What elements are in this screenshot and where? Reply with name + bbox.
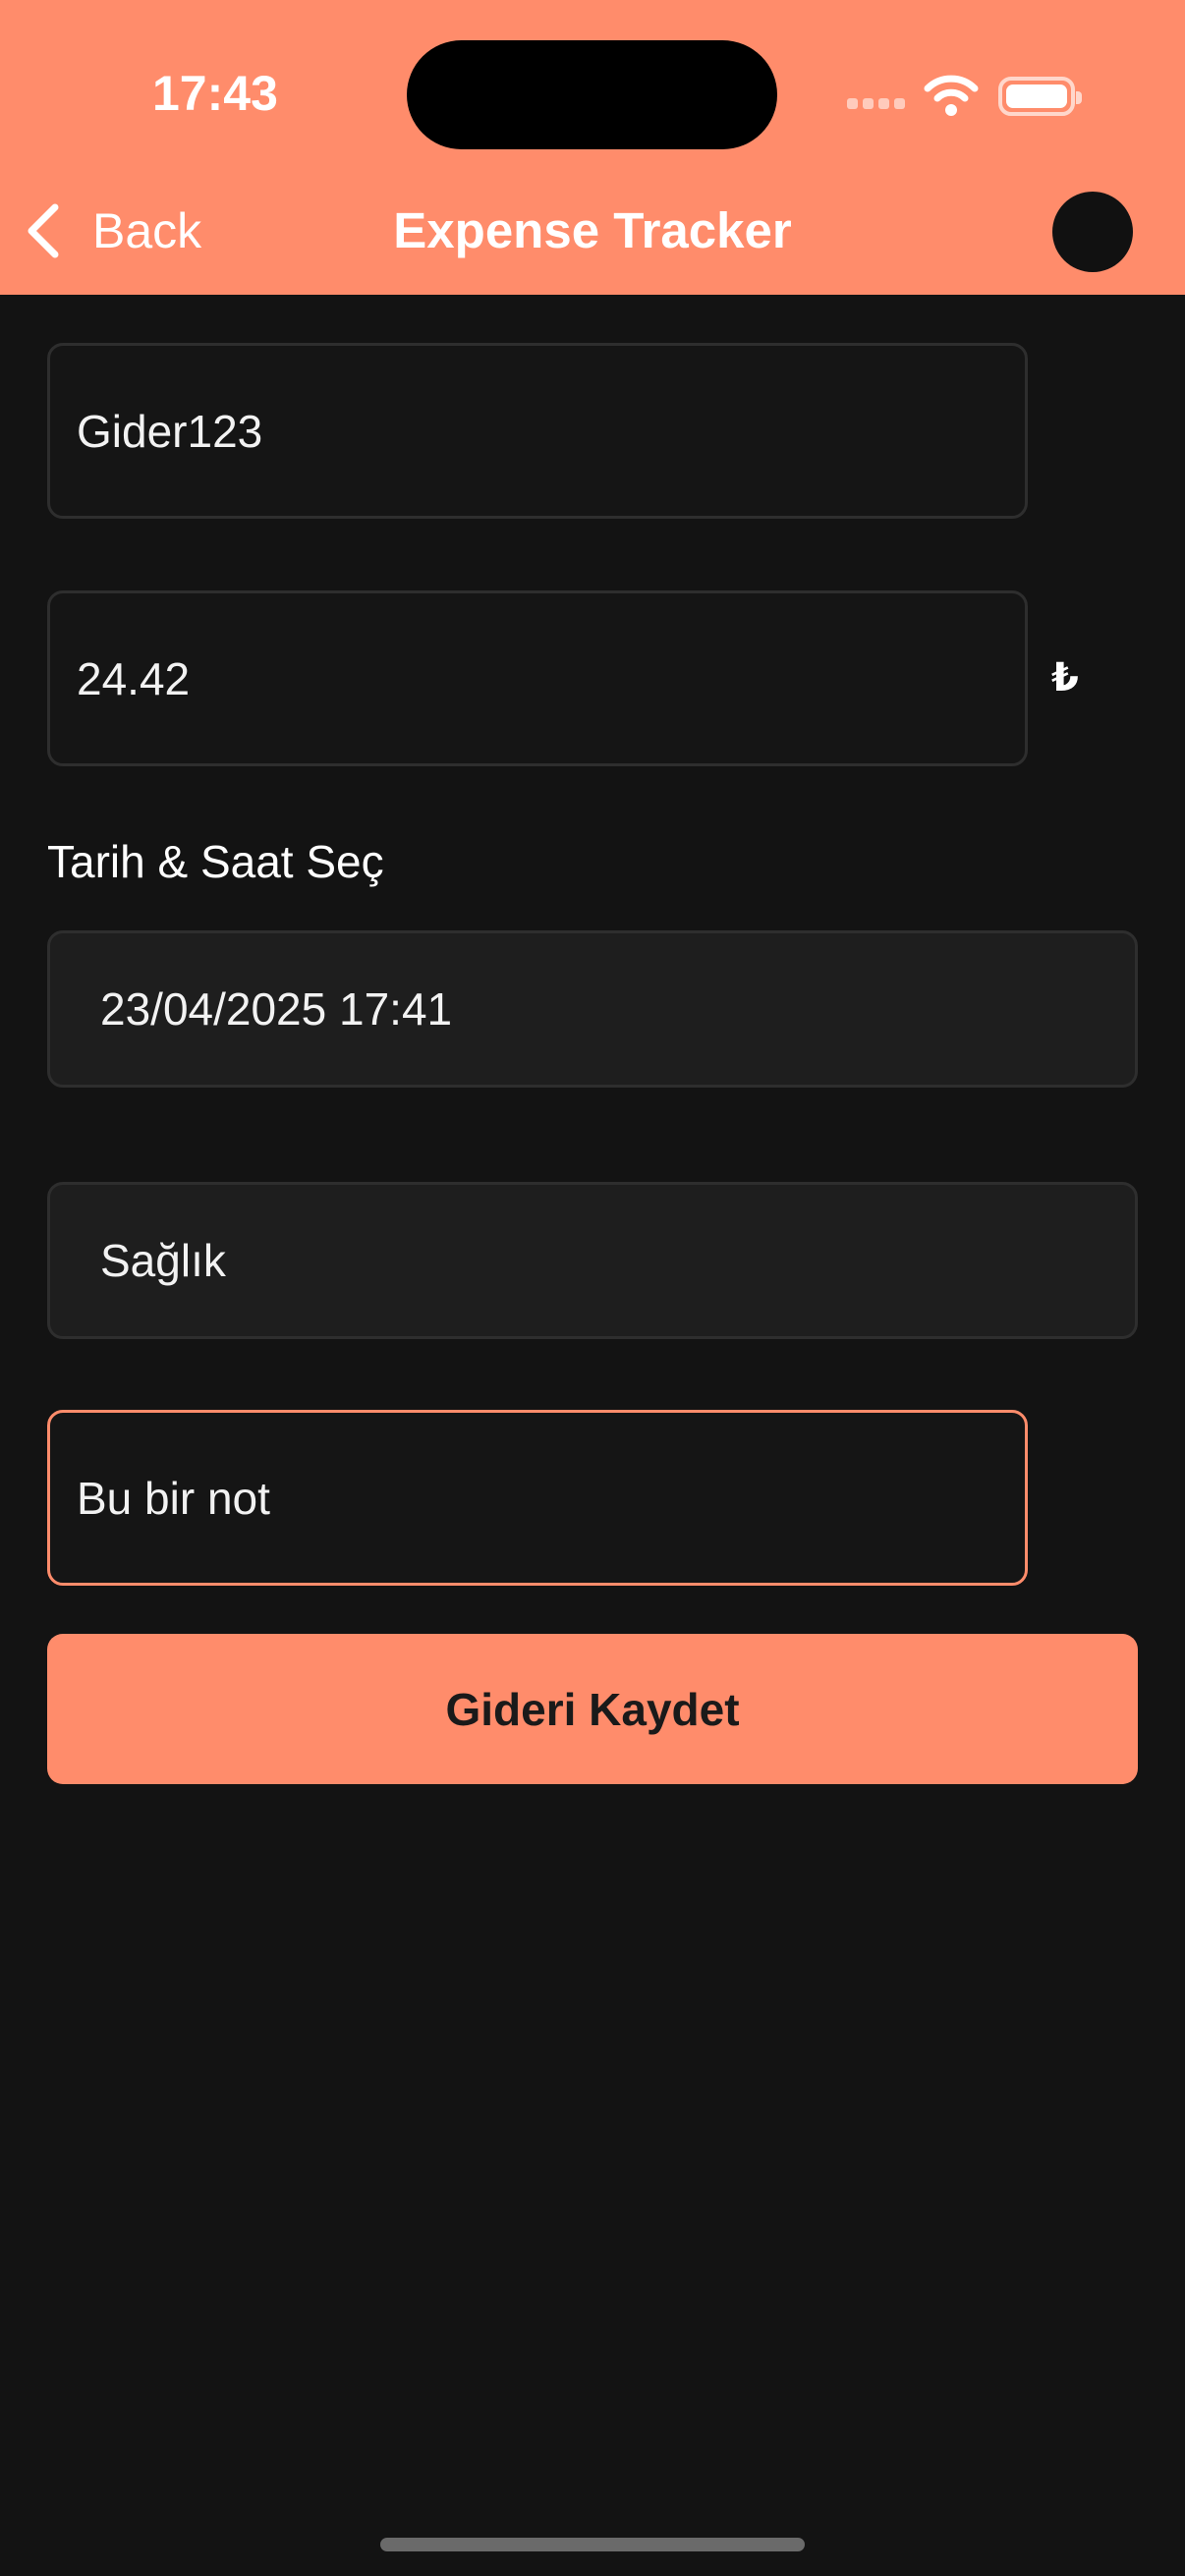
status-time: 17:43 bbox=[152, 66, 278, 121]
datetime-value: 23/04/2025 17:41 bbox=[100, 983, 453, 1035]
navigation-header: 17:43 Back Expense Tracker bbox=[0, 0, 1185, 295]
category-picker[interactable]: Sağlık bbox=[47, 1182, 1138, 1339]
dynamic-island bbox=[407, 40, 777, 149]
page-title: Expense Tracker bbox=[393, 202, 792, 258]
expense-name-value: Gider123 bbox=[77, 405, 263, 457]
expense-name-input[interactable]: Gider123 bbox=[47, 343, 1028, 519]
note-value: Bu bir not bbox=[77, 1472, 270, 1524]
amount-input[interactable]: 24.42 bbox=[47, 590, 1028, 766]
home-indicator[interactable] bbox=[380, 2538, 805, 2551]
cellular-signal-icon bbox=[847, 98, 906, 112]
amount-value: 24.42 bbox=[77, 652, 191, 704]
wifi-icon bbox=[924, 75, 979, 116]
battery-icon bbox=[998, 77, 1082, 116]
currency-symbol: ₺ bbox=[1051, 656, 1079, 700]
datetime-label: Tarih & Saat Seç bbox=[47, 836, 384, 887]
category-value: Sağlık bbox=[100, 1235, 226, 1286]
note-input[interactable]: Bu bir not bbox=[47, 1410, 1028, 1586]
save-expense-button[interactable]: Gideri Kaydet bbox=[47, 1634, 1138, 1784]
datetime-picker[interactable]: 23/04/2025 17:41 bbox=[47, 930, 1138, 1088]
avatar[interactable] bbox=[1052, 192, 1133, 272]
